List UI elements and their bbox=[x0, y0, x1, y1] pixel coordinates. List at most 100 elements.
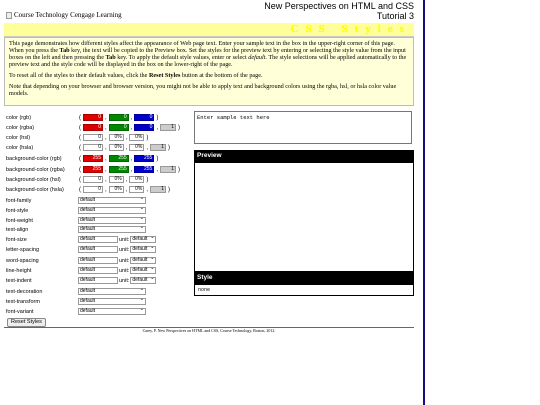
row-line-height: line-height default unit: default bbox=[4, 266, 184, 275]
hue-input[interactable]: 0 bbox=[83, 144, 103, 151]
row-bg-hsl: background-color (hsl) ( 0, 0%, 0% ) bbox=[6, 176, 149, 183]
row-label: letter-spacing bbox=[6, 246, 40, 253]
letter-spacing-unit-select[interactable]: default bbox=[130, 245, 157, 253]
text-indent-unit-select[interactable]: default bbox=[130, 276, 157, 284]
row-font-style: font-style default bbox=[4, 206, 184, 215]
bg-green-input[interactable]: 255 bbox=[108, 155, 129, 162]
alpha-input[interactable]: 1 bbox=[150, 144, 167, 151]
row-label: line-height bbox=[6, 267, 32, 274]
bg-red-input[interactable]: 255 bbox=[83, 166, 103, 173]
font-family-select[interactable]: default bbox=[78, 196, 146, 204]
row-color-rgb: color (rgb) ( 0, 0, 0 ) bbox=[6, 114, 159, 121]
row-text-indent: text-indent default unit: default bbox=[4, 276, 184, 285]
unit-label: unit: bbox=[119, 267, 130, 274]
logo: Course Technology Cengage Learning bbox=[6, 11, 122, 19]
lightness-input[interactable]: 0% bbox=[129, 134, 145, 141]
unit-label: unit: bbox=[119, 246, 130, 253]
font-style-select[interactable]: default bbox=[78, 206, 146, 214]
line-height-unit-select[interactable]: default bbox=[130, 266, 157, 274]
color-red-input[interactable]: 0 bbox=[83, 124, 103, 131]
lightness-input[interactable]: 0% bbox=[129, 144, 145, 151]
bg-hue-input[interactable]: 0 bbox=[83, 186, 103, 193]
color-blue-input[interactable]: 0 bbox=[134, 124, 155, 131]
text-transform-select[interactable]: default bbox=[78, 297, 146, 305]
color-blue-input[interactable]: 0 bbox=[134, 114, 155, 121]
bg-alpha-input[interactable]: 1 bbox=[150, 186, 167, 193]
row-bg-rgba: background-color (rgba) ( 255, 255, 255,… bbox=[6, 166, 181, 173]
bg-saturation-input[interactable]: 0% bbox=[108, 176, 124, 183]
row-label: background-color (hsla) bbox=[6, 186, 64, 193]
row-label: font-weight bbox=[6, 217, 33, 224]
intro-paragraph-1: This page demonstrates how different sty… bbox=[9, 40, 407, 68]
row-label: word-spacing bbox=[6, 257, 39, 264]
word-spacing-unit-select[interactable]: default bbox=[130, 256, 157, 264]
logo-alt-text: Course Technology Cengage Learning bbox=[14, 11, 122, 19]
font-weight-select[interactable]: default bbox=[78, 216, 146, 224]
color-alpha-input[interactable]: 1 bbox=[160, 124, 177, 131]
text-indent-input[interactable]: default bbox=[78, 277, 118, 284]
row-font-weight: font-weight default bbox=[4, 216, 184, 225]
row-label: color (hsl) bbox=[6, 134, 31, 141]
row-label: text-transform bbox=[6, 298, 40, 305]
row-label: background-color (hsl) bbox=[6, 176, 61, 183]
style-heading: Style bbox=[194, 272, 414, 284]
row-text-decoration: text-decoration default bbox=[4, 287, 184, 296]
row-bg-hsla: background-color (hsla) ( 0, 0%, 0%, 1 ) bbox=[6, 186, 171, 193]
row-word-spacing: word-spacing default unit: default bbox=[4, 256, 184, 265]
saturation-input[interactable]: 0% bbox=[108, 144, 124, 151]
font-variant-select[interactable]: default bbox=[78, 307, 146, 315]
row-font-family: font-family default bbox=[4, 196, 184, 205]
page-banner: CSS Styles bbox=[4, 23, 414, 37]
color-red-input[interactable]: 0 bbox=[83, 114, 103, 121]
bg-green-input[interactable]: 255 bbox=[108, 166, 129, 173]
row-label: color (hsla) bbox=[6, 144, 34, 151]
row-label: background-color (rgba) bbox=[6, 166, 65, 173]
hue-input[interactable]: 0 bbox=[83, 134, 103, 141]
banner-title: CSS Styles bbox=[290, 23, 411, 35]
row-label: text-align bbox=[6, 226, 29, 233]
font-size-unit-select[interactable]: default bbox=[130, 235, 157, 243]
row-label: background-color (rgb) bbox=[6, 155, 62, 162]
row-text-transform: text-transform default bbox=[4, 297, 184, 306]
reset-styles-button[interactable]: Reset Styles bbox=[7, 318, 46, 327]
row-label: font-family bbox=[6, 197, 32, 204]
saturation-input[interactable]: 0% bbox=[108, 134, 124, 141]
text-align-select[interactable]: default bbox=[78, 225, 146, 233]
bg-red-input[interactable]: 255 bbox=[83, 155, 103, 162]
color-green-input[interactable]: 0 bbox=[108, 124, 129, 131]
header-title-line1: New Perspectives on HTML and CSS bbox=[264, 1, 414, 11]
bg-blue-input[interactable]: 255 bbox=[134, 155, 155, 162]
color-green-input[interactable]: 0 bbox=[108, 114, 129, 121]
line-height-input[interactable]: default bbox=[78, 267, 118, 274]
broken-image-icon bbox=[6, 11, 12, 19]
row-label: text-indent bbox=[6, 277, 32, 284]
font-size-input[interactable]: default bbox=[78, 236, 118, 243]
bg-lightness-input[interactable]: 0% bbox=[129, 176, 145, 183]
row-color-hsl: color (hsl) ( 0, 0%, 0% ) bbox=[6, 134, 149, 141]
bg-blue-input[interactable]: 255 bbox=[134, 166, 155, 173]
sample-text-input[interactable]: Enter sample text here bbox=[194, 111, 412, 144]
bg-saturation-input[interactable]: 0% bbox=[108, 186, 124, 193]
row-bg-rgb: background-color (rgb) ( 255, 255, 255 ) bbox=[6, 155, 159, 162]
word-spacing-input[interactable]: default bbox=[78, 257, 118, 264]
preview-heading: Preview bbox=[194, 150, 414, 162]
intro-paragraph-2: To reset all of the styles to their defa… bbox=[9, 72, 263, 79]
row-color-hsla: color (hsla) ( 0, 0%, 0%, 1 ) bbox=[6, 144, 171, 151]
page-right-border bbox=[423, 0, 425, 405]
letter-spacing-input[interactable]: default bbox=[78, 246, 118, 253]
intro-box: This page demonstrates how different sty… bbox=[4, 37, 414, 106]
style-code-box: none bbox=[194, 284, 414, 296]
text-decoration-select[interactable]: default bbox=[78, 287, 146, 295]
row-label: font-variant bbox=[6, 308, 34, 315]
unit-label: unit: bbox=[119, 257, 130, 264]
intro-paragraph-3: Note that depending on your browser and … bbox=[9, 83, 397, 97]
unit-label: unit: bbox=[119, 236, 130, 243]
row-label: font-size bbox=[6, 236, 27, 243]
footer-citation: Carey, P. New Perspectives on HTML and C… bbox=[142, 328, 276, 333]
header-title-line2: Tutorial 3 bbox=[376, 11, 414, 21]
header-title: New Perspectives on HTML and CSS Tutoria… bbox=[264, 1, 414, 21]
bg-alpha-input[interactable]: 1 bbox=[160, 166, 177, 173]
bg-hue-input[interactable]: 0 bbox=[83, 176, 103, 183]
row-letter-spacing: letter-spacing default unit: default bbox=[4, 245, 184, 254]
bg-lightness-input[interactable]: 0% bbox=[129, 186, 145, 193]
